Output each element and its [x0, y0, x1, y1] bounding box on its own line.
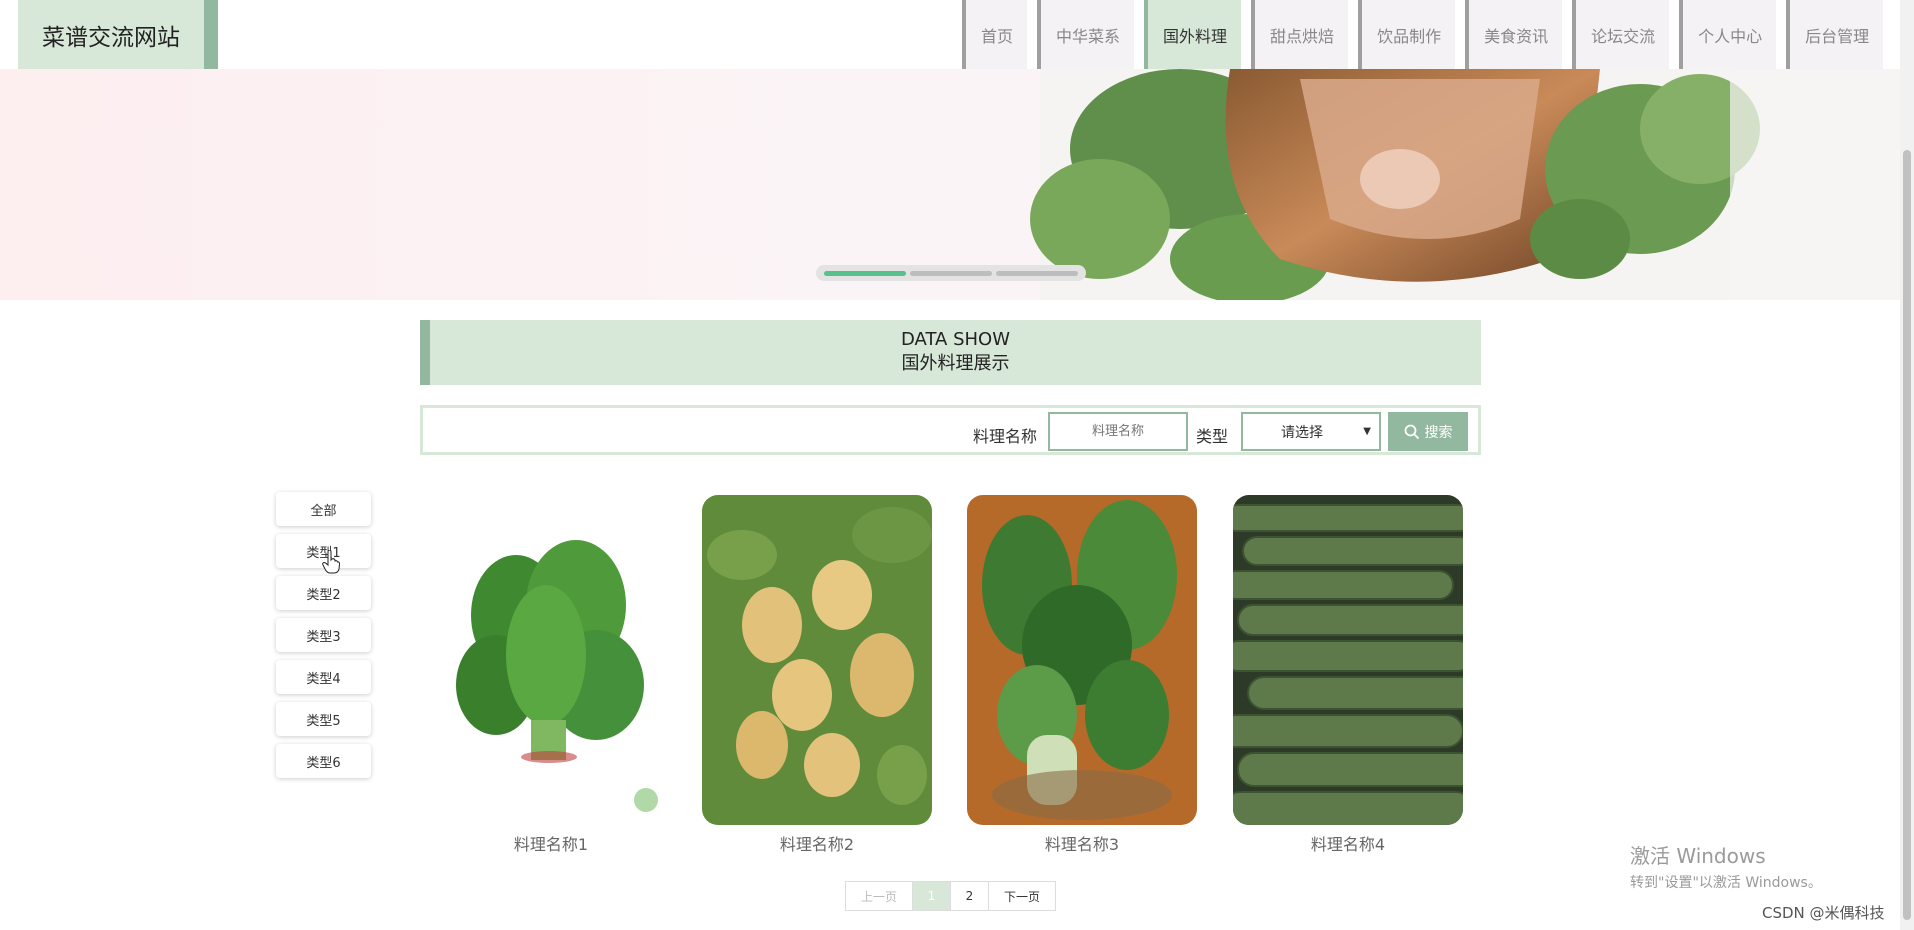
recipe-card[interactable]: 料理名称1 [436, 495, 666, 855]
page-number[interactable]: 2 [951, 882, 989, 910]
section-title-en: DATA SHOW [900, 329, 1011, 350]
next-page-button[interactable]: 下一页 [989, 882, 1055, 910]
nav-item-drinks[interactable]: 饮品制作 [1358, 0, 1456, 69]
recipe-name[interactable]: 料理名称1 [436, 831, 666, 855]
category-list: 全部 类型1 类型2 类型3 类型4 类型5 类型6 [276, 492, 371, 786]
recipe-name[interactable]: 料理名称4 [1233, 831, 1463, 855]
recipe-name[interactable]: 料理名称3 [967, 831, 1197, 855]
page-scrollbar[interactable] [1900, 0, 1914, 930]
page: 菜谱交流网站 首页 中华菜系 国外料理 甜点烘焙 饮品制作 美食资讯 论坛交流 … [0, 0, 1914, 930]
type-select[interactable]: 请选择 ▼ [1241, 412, 1381, 451]
name-search-input[interactable] [1048, 412, 1188, 451]
nav-item-food-news[interactable]: 美食资讯 [1465, 0, 1563, 69]
type-label: 类型 [1196, 427, 1229, 446]
scrollbar-thumb[interactable] [1903, 150, 1911, 920]
category-item[interactable]: 类型3 [276, 618, 371, 652]
section-title: DATA SHOW 国外料理展示 [420, 320, 1481, 385]
chevron-down-icon: ▼ [1363, 426, 1371, 437]
section-title-cn: 国外料理展示 [901, 353, 1010, 374]
recipe-image-spinach[interactable] [436, 495, 666, 825]
carousel-dot[interactable] [910, 270, 992, 276]
nav-item-desserts[interactable]: 甜点烘焙 [1251, 0, 1349, 69]
type-select-value: 请选择 [1281, 424, 1323, 441]
nav-item-home[interactable]: 首页 [962, 0, 1028, 69]
search-button-label: 搜索 [1424, 424, 1453, 441]
search-bar: 料理名称 类型 请选择 ▼ 搜索 [420, 405, 1481, 455]
category-item[interactable]: 类型5 [276, 702, 371, 736]
main-nav: 首页 中华菜系 国外料理 甜点烘焙 饮品制作 美食资讯 论坛交流 个人中心 后台… [962, 0, 1893, 69]
recipe-image-leafy-greens[interactable] [967, 495, 1197, 825]
recipe-name[interactable]: 料理名称2 [702, 831, 932, 855]
nav-item-foreign-cuisine[interactable]: 国外料理 [1144, 0, 1242, 69]
category-item[interactable]: 类型4 [276, 660, 371, 694]
recipe-image-cucumbers[interactable] [1233, 495, 1463, 825]
recipe-image-potatoes[interactable] [702, 495, 932, 825]
carousel-indicators [816, 265, 1086, 281]
windows-activation-watermark: 激活 Windows 转到"设置"以激活 Windows。 [1630, 840, 1822, 892]
recipe-card[interactable]: 料理名称4 [1233, 495, 1463, 855]
category-item[interactable]: 类型6 [276, 744, 371, 778]
nav-item-chinese-cuisine[interactable]: 中华菜系 [1037, 0, 1135, 69]
site-title[interactable]: 菜谱交流网站 [18, 0, 218, 69]
search-icon [1404, 424, 1419, 439]
pagination: 上一页 1 2 下一页 [845, 881, 1056, 911]
page-number[interactable]: 1 [913, 882, 951, 910]
carousel-dot[interactable] [996, 270, 1078, 276]
watermark-line2: 转到"设置"以激活 Windows。 [1630, 875, 1822, 891]
prev-page-button[interactable]: 上一页 [846, 882, 913, 910]
nav-item-personal-center[interactable]: 个人中心 [1679, 0, 1777, 69]
csdn-credit: CSDN @米偶科技 [1762, 904, 1885, 922]
category-item[interactable]: 类型2 [276, 576, 371, 610]
nav-item-admin[interactable]: 后台管理 [1786, 0, 1884, 69]
name-label: 料理名称 [973, 427, 1038, 446]
recipe-card[interactable]: 料理名称3 [967, 495, 1197, 855]
banner-carousel[interactable] [0, 69, 1900, 300]
watermark-line1: 激活 Windows [1630, 844, 1766, 868]
category-all[interactable]: 全部 [276, 492, 371, 526]
top-header: 菜谱交流网站 首页 中华菜系 国外料理 甜点烘焙 饮品制作 美食资讯 论坛交流 … [0, 0, 1900, 69]
search-button[interactable]: 搜索 [1388, 412, 1468, 451]
carousel-dot[interactable] [824, 270, 906, 276]
hand-cursor-icon [322, 550, 340, 574]
nav-item-forum[interactable]: 论坛交流 [1572, 0, 1670, 69]
recipe-card[interactable]: 料理名称2 [702, 495, 932, 855]
